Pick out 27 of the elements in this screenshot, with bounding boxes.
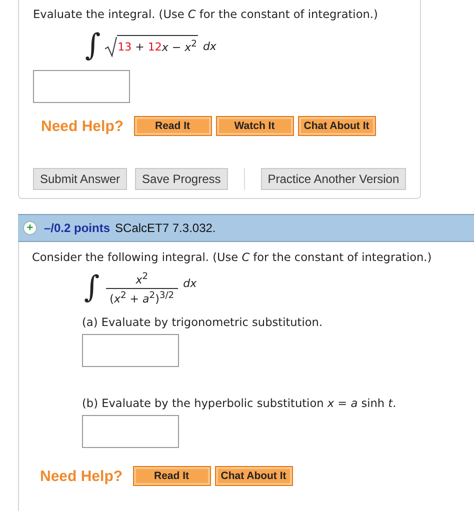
points-label: –/0.2 points <box>44 221 110 235</box>
help-button[interactable]: Chat About It <box>298 116 376 136</box>
question-prompt: Evaluate the integral. (Use C for the constant of integration.) <box>33 8 379 21</box>
fraction-expression: x$^{2}$ (x$^{2}$ + a$^{2}$)$^{3/2}$ <box>106 270 178 306</box>
question-source: SCalcET7 7.3.032. <box>115 221 216 235</box>
action-button[interactable]: Save Progress <box>135 168 228 190</box>
help-button[interactable]: Chat About It <box>214 466 293 486</box>
integrand-expression: 13 + 12x − x$^{2}$ <box>116 35 198 54</box>
radical-sign-icon <box>104 36 117 58</box>
question-prompt: Consider the following integral. (Use C for the constant of integration.) <box>32 251 433 264</box>
expand-button[interactable]: + <box>23 221 37 235</box>
help-button[interactable]: Read It <box>134 116 212 136</box>
answer-field[interactable] <box>82 415 179 448</box>
action-button[interactable]: Submit Answer <box>33 168 128 190</box>
help-button[interactable]: Watch It <box>216 116 294 136</box>
part-prompt: (b) Evaluate by the hyperbolic substitution x = a sinh t. <box>82 397 398 410</box>
help-button[interactable]: Read It <box>132 466 211 486</box>
differential: dx <box>202 40 216 52</box>
integral-sign: ∫ <box>85 29 101 63</box>
need-help-label: Need Help? <box>41 118 124 134</box>
action-button[interactable]: Practice Another Version <box>260 168 406 190</box>
answer-field[interactable] <box>82 334 179 367</box>
differential: dx <box>183 276 197 290</box>
need-help-label: Need Help? <box>40 468 123 484</box>
part-prompt: (a) Evaluate by trigonometric substitution. <box>82 316 324 329</box>
integral-sign: ∫ <box>84 271 100 305</box>
answer-field[interactable] <box>33 70 130 103</box>
